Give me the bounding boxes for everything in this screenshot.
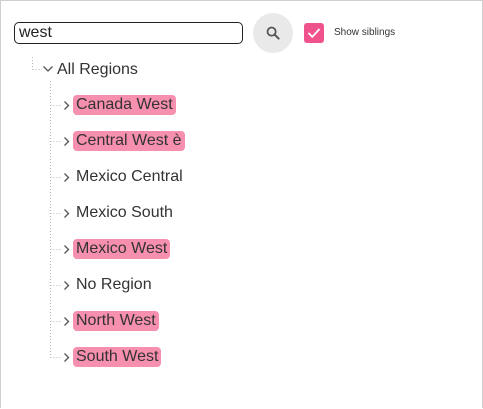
chevron-right-icon xyxy=(63,244,69,254)
expand-toggle[interactable] xyxy=(61,98,71,112)
expand-toggle[interactable] xyxy=(61,206,71,220)
tree-item-label[interactable]: South West xyxy=(73,347,162,367)
tree-item-label[interactable]: North West xyxy=(73,311,159,331)
chevron-right-icon xyxy=(63,100,69,110)
tree-item-label[interactable]: No Region xyxy=(73,275,155,295)
region-filter-panel: Show siblings All Regions Canada West xyxy=(0,0,483,408)
tree-item: North West xyxy=(61,310,159,332)
tree-item: Canada West xyxy=(61,94,176,116)
checkmark-icon xyxy=(307,28,321,39)
tree-item-label[interactable]: Canada West xyxy=(73,95,176,115)
search-icon xyxy=(266,26,280,40)
root-toggle[interactable] xyxy=(41,62,55,76)
chevron-down-icon xyxy=(43,66,53,72)
tree-item: Mexico South xyxy=(61,202,176,224)
tree-item-label[interactable]: Central West è xyxy=(73,131,185,151)
tree-item-label[interactable]: Mexico West xyxy=(73,239,171,259)
expand-toggle[interactable] xyxy=(61,278,71,292)
chevron-right-icon xyxy=(63,316,69,326)
tree-item: South West xyxy=(61,346,162,368)
search-button[interactable] xyxy=(253,13,293,53)
expand-toggle[interactable] xyxy=(61,134,71,148)
tree-item-label[interactable]: Mexico South xyxy=(73,203,176,223)
expand-toggle[interactable] xyxy=(61,242,71,256)
chevron-right-icon xyxy=(63,208,69,218)
chevron-right-icon xyxy=(63,172,69,182)
show-siblings-checkbox[interactable] xyxy=(304,23,324,43)
expand-toggle[interactable] xyxy=(61,314,71,328)
expand-toggle[interactable] xyxy=(61,170,71,184)
chevron-right-icon xyxy=(63,280,69,290)
tree-root-label[interactable]: All Regions xyxy=(57,60,138,80)
show-siblings-label: Show siblings xyxy=(334,27,396,38)
tree-item: Central West è xyxy=(61,130,185,152)
chevron-right-icon xyxy=(63,352,69,362)
tree-item-label[interactable]: Mexico Central xyxy=(73,167,186,187)
tree-item: Mexico Central xyxy=(61,166,186,188)
tree-item: Mexico West xyxy=(61,238,171,260)
tree-item: No Region xyxy=(61,274,155,296)
chevron-right-icon xyxy=(63,136,69,146)
expand-toggle[interactable] xyxy=(61,350,71,364)
